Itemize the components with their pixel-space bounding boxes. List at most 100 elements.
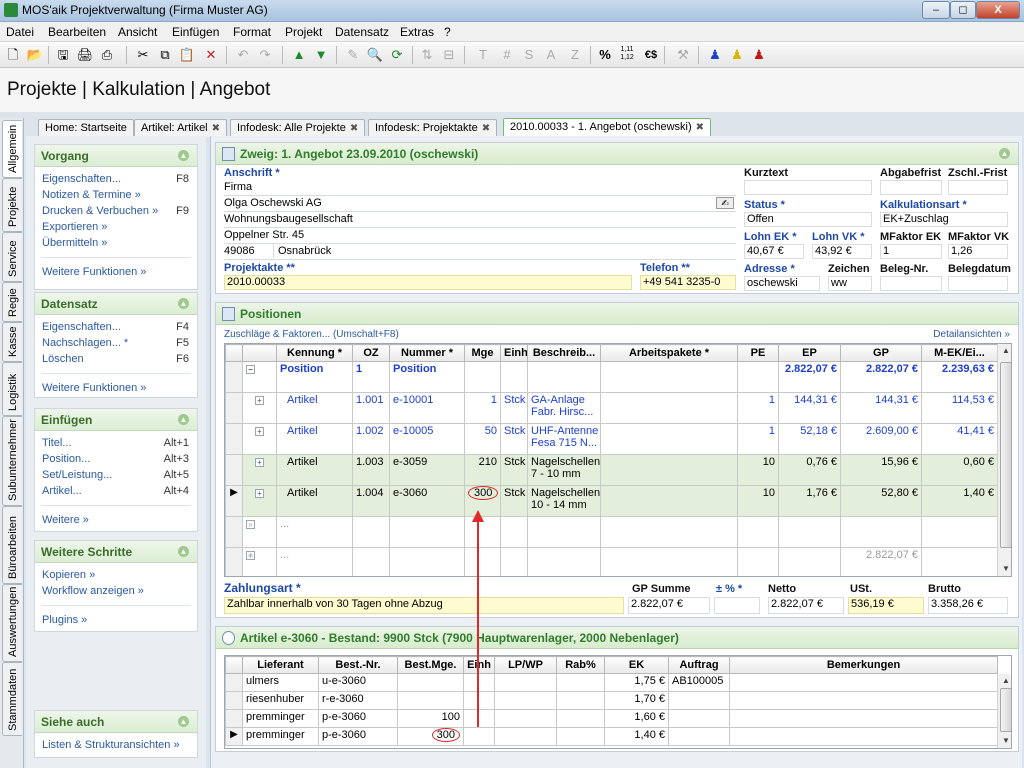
table-row-new[interactable]: » ... <box>225 516 998 548</box>
col-kennung[interactable]: Kennung * <box>276 344 353 362</box>
cut-icon[interactable]: ✂ <box>134 46 152 64</box>
cell-arbeitspakete[interactable] <box>600 392 738 424</box>
expand-icon[interactable]: + <box>255 489 264 498</box>
cell-arbeitspakete[interactable] <box>600 454 738 486</box>
status-field[interactable]: Offen <box>744 212 872 227</box>
table-row-selected[interactable]: ▶ premminger p-e-3060 300 1,40 € <box>225 727 998 746</box>
link-set-leistung[interactable]: Set/Leistung... Alt+5 <box>35 467 197 483</box>
link-nachschlagen[interactable]: Nachschlagen... * F5 <box>35 335 197 351</box>
col-lpwp[interactable]: LP/WP <box>494 656 557 674</box>
lohn-vk-field[interactable]: 43,92 € <box>812 244 872 259</box>
cell-einh[interactable]: Stck <box>500 392 528 424</box>
col-beschreibung[interactable]: Beschreib... <box>527 344 601 362</box>
cell-bemerkungen[interactable] <box>729 673 998 692</box>
open-icon[interactable]: 📂 <box>26 46 44 64</box>
cell-oz[interactable]: 1.003 <box>352 454 390 486</box>
table-row[interactable]: + Artikel 1.001 e-10001 1 Stck GA-Anlage… <box>225 392 998 424</box>
cell-oz[interactable] <box>352 516 390 548</box>
cell-ep[interactable]: 0,76 € <box>778 454 841 486</box>
cell-oz[interactable]: 1 <box>352 361 390 393</box>
maximize-button[interactable]: ◻ <box>950 1 976 19</box>
tree-cell[interactable]: » <box>242 516 277 548</box>
cell-mge[interactable]: 50 <box>464 423 501 455</box>
cell-rab[interactable] <box>556 709 605 728</box>
address-lookup-icon[interactable]: ✍ <box>716 197 734 209</box>
current-row-indicator[interactable]: ▶ <box>225 727 243 746</box>
row-marker[interactable] <box>225 709 243 728</box>
cell-beschreibung[interactable] <box>527 361 601 393</box>
cell-gp[interactable]: 144,31 € <box>840 392 922 424</box>
cell-bestmge[interactable]: 300 <box>397 727 464 746</box>
panel-header[interactable]: Siehe auch ▲ <box>35 711 197 733</box>
cell-beschreibung[interactable]: Nagelschellen 10 - 14 mm <box>527 485 601 517</box>
cell-arbeitspakete[interactable] <box>600 423 738 455</box>
expand-icon[interactable]: + <box>255 427 264 436</box>
panel-header[interactable]: Vorgang ▲ <box>35 145 197 167</box>
cell-arbeitspakete[interactable] <box>600 361 738 393</box>
table-row[interactable]: riesenhuber r-e-3060 1,70 € <box>225 691 998 710</box>
row-marker[interactable] <box>225 454 243 486</box>
close-tab-icon[interactable]: ✖ <box>696 122 704 133</box>
minimize-button[interactable]: – <box>922 1 950 19</box>
col-bestmge[interactable]: Best.Mge. <box>397 656 464 674</box>
cell-auftrag[interactable] <box>668 709 730 728</box>
cell-lpwp[interactable] <box>494 709 557 728</box>
col-gp[interactable]: GP <box>840 344 922 362</box>
collapse-icon[interactable]: ▲ <box>178 298 189 309</box>
text-hash-button[interactable]: # <box>498 46 516 64</box>
cell-einh[interactable] <box>463 673 495 692</box>
cell-kennung[interactable]: Artikel <box>276 485 353 517</box>
col-arbeitspakete[interactable]: Arbeitspakete * <box>600 344 738 362</box>
row-marker[interactable] <box>225 673 243 692</box>
cell-kennung[interactable]: ... <box>276 516 353 548</box>
col-einh[interactable]: Einh <box>500 344 528 362</box>
cell-rab[interactable] <box>556 673 605 692</box>
link-loeschen[interactable]: Löschen F6 <box>35 351 197 367</box>
cell-ek[interactable]: 1,70 € <box>604 691 669 710</box>
cell-bemerkungen[interactable] <box>729 709 998 728</box>
collapse-icon[interactable]: ▲ <box>178 716 189 727</box>
netto-field[interactable]: 2.822,07 € <box>768 597 844 614</box>
cell-mge[interactable]: 300 <box>464 485 501 517</box>
tree-cell[interactable]: + <box>242 392 277 424</box>
move-up-icon[interactable]: ▲ <box>290 46 308 64</box>
cell-mge[interactable]: 1 <box>464 392 501 424</box>
cell-lieferant[interactable]: premminger <box>242 709 319 728</box>
cell-einh[interactable] <box>500 516 528 548</box>
telefon-field[interactable]: +49 541 3235-0 <box>640 275 736 290</box>
cell-beschreibung[interactable]: Nagelschellen 7 - 10 mm <box>527 454 601 486</box>
link-uebermitteln[interactable]: Übermitteln » <box>35 235 197 251</box>
detailansichten-link[interactable]: Detailansichten » <box>933 329 1010 340</box>
table-row[interactable]: + Artikel 1.002 e-10005 50 Stck UHF-Ante… <box>225 423 998 455</box>
panel-header[interactable]: Weitere Schritte ▲ <box>35 541 197 563</box>
cell-bestnr[interactable]: p-e-3060 <box>318 709 398 728</box>
cell-lpwp[interactable] <box>494 673 557 692</box>
collapse-icon[interactable]: − <box>246 365 255 374</box>
cell-gp[interactable]: 2.822,07 € <box>840 361 922 393</box>
text-a-button[interactable]: A <box>542 46 560 64</box>
link-kopieren[interactable]: Kopieren » <box>35 567 197 583</box>
link-notizen[interactable]: Notizen & Termine » <box>35 187 197 203</box>
link-drucken[interactable]: Drucken & Verbuchen » F9 <box>35 203 197 219</box>
cell-beschreibung[interactable]: GA-Anlage Fabr. Hirsc... <box>527 392 601 424</box>
menu-projekt[interactable]: Projekt <box>285 25 322 39</box>
cell-nummer[interactable]: Position <box>389 361 465 393</box>
text-t-button[interactable]: T <box>474 46 492 64</box>
tools-icon[interactable]: ⚒ <box>674 46 692 64</box>
collapse-icon[interactable]: ▲ <box>178 546 189 557</box>
tab-projektakte[interactable]: Infodesk: Projektakte ✖ <box>368 119 498 137</box>
row-marker[interactable] <box>225 423 243 455</box>
close-tab-icon[interactable]: ✖ <box>350 123 358 134</box>
scroll-down-icon[interactable]: ▼ <box>998 562 1011 576</box>
anschrift-line-4[interactable]: Oppelner Str. 45 <box>224 228 304 242</box>
cell-einh[interactable]: Stck <box>500 423 528 455</box>
vtab-kasse[interactable]: Kasse <box>2 322 22 362</box>
table-row[interactable]: − Position 1 Position 2.822,07 € 2.822,0… <box>225 361 998 393</box>
vtab-regie[interactable]: Regie <box>2 282 22 322</box>
col-oz[interactable]: OZ <box>352 344 390 362</box>
cell-einh[interactable] <box>463 727 495 746</box>
tree-cell[interactable]: + <box>242 485 277 517</box>
decimals-button[interactable]: 1,11 1,12 <box>618 46 636 64</box>
cell-ep[interactable]: 2.822,07 € <box>778 361 841 393</box>
cell-pe[interactable] <box>737 361 779 393</box>
